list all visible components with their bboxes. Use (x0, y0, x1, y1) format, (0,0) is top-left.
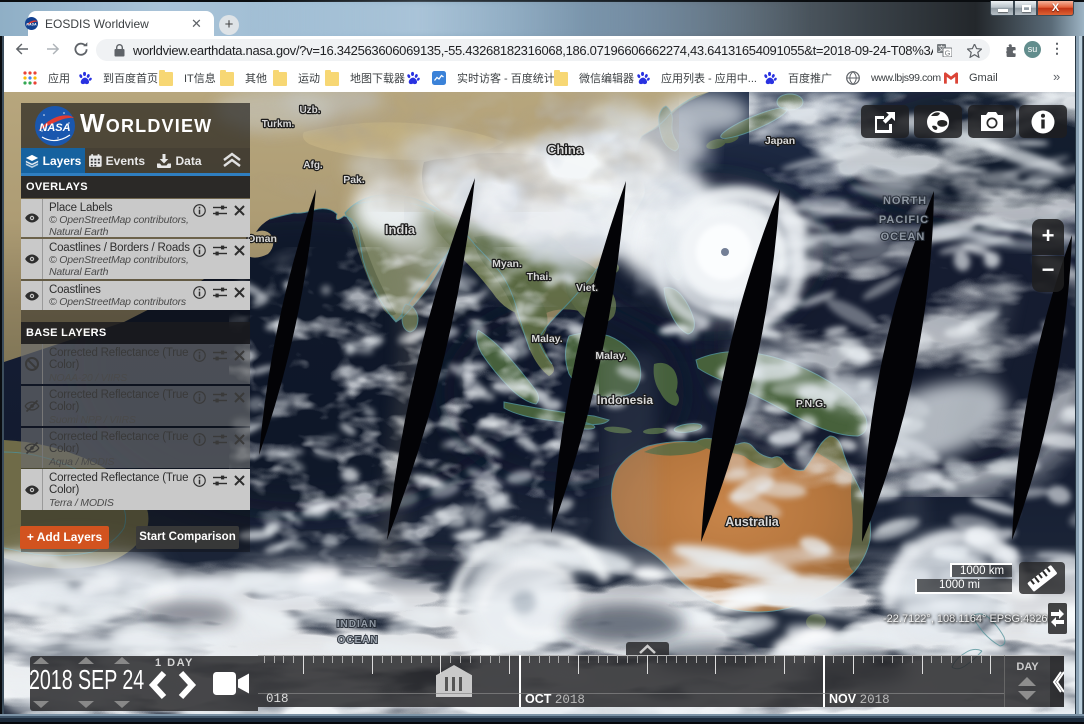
svg-text:Oman: Oman (247, 233, 277, 245)
svg-text:Malay.: Malay. (595, 350, 626, 362)
svg-text:Japan: Japan (765, 135, 795, 147)
svg-text:G: G (945, 48, 951, 57)
svg-text:INDIAN: INDIAN (337, 619, 377, 630)
svg-text:Turkm.: Turkm. (262, 119, 295, 130)
svg-text:India: India (385, 222, 416, 237)
svg-text:OCEAN: OCEAN (881, 231, 926, 243)
svg-text:Uzb.: Uzb. (299, 105, 320, 116)
svg-text:P.N.G.: P.N.G. (796, 398, 826, 410)
svg-text:Afg.: Afg. (303, 160, 323, 171)
svg-text:OCEAN: OCEAN (337, 635, 378, 646)
svg-text:PACIFIC: PACIFIC (879, 214, 929, 226)
svg-text:Viet.: Viet. (576, 282, 598, 294)
svg-text:Australia: Australia (725, 515, 780, 529)
svg-text:NASA: NASA (39, 122, 70, 134)
svg-text:China: China (547, 142, 584, 157)
svg-text:Pak.: Pak. (343, 174, 365, 186)
svg-text:Thai.: Thai. (527, 271, 552, 283)
svg-text:Malay.: Malay. (531, 333, 562, 345)
svg-text:NORTH: NORTH (883, 195, 927, 207)
svg-text:Indonesia: Indonesia (597, 393, 653, 407)
svg-text:NASA: NASA (26, 23, 37, 27)
svg-text:Myan.: Myan. (492, 258, 522, 270)
